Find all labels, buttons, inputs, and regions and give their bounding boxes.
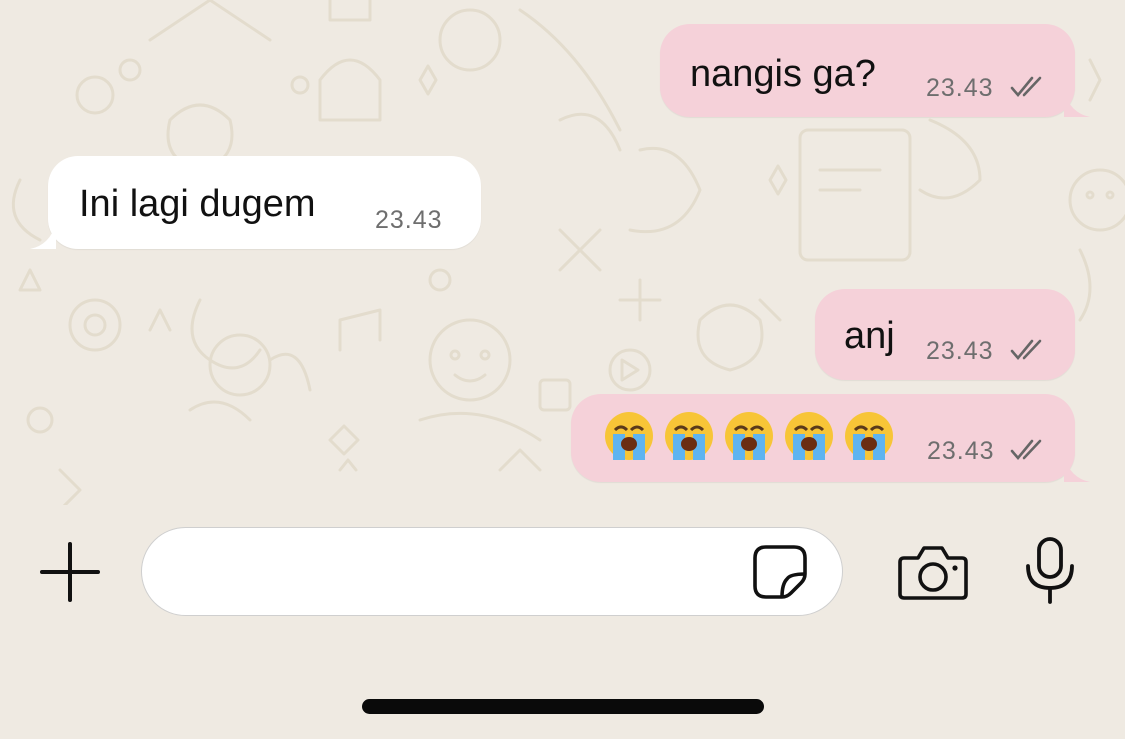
loudly-crying-face-icon [725, 412, 773, 460]
read-ticks-icon [1010, 339, 1042, 361]
outgoing-message-bubble[interactable]: 23.43 [571, 394, 1075, 482]
outgoing-bubble-tail [1064, 456, 1090, 482]
message-text: Ini lagi dugem [79, 183, 316, 225]
message-text: anj [844, 315, 895, 357]
loudly-crying-face-icon [845, 412, 893, 460]
loudly-crying-face-icon [665, 412, 713, 460]
incoming-message-bubble[interactable]: Ini lagi dugem 23.43 [48, 156, 481, 249]
read-ticks-icon [1010, 439, 1042, 461]
plus-icon[interactable] [38, 540, 102, 604]
message-timestamp: 23.43 [926, 337, 994, 365]
emoji-row [603, 410, 895, 462]
outgoing-message-bubble[interactable]: anj 23.43 [815, 289, 1075, 380]
microphone-icon[interactable] [1024, 536, 1076, 604]
home-indicator[interactable] [362, 699, 764, 714]
camera-icon[interactable] [898, 544, 968, 600]
loudly-crying-face-icon [785, 412, 833, 460]
loudly-crying-face-icon [605, 412, 653, 460]
outgoing-bubble-tail [1064, 91, 1090, 117]
message-timestamp: 23.43 [926, 74, 994, 102]
message-timestamp: 23.43 [375, 206, 443, 234]
incoming-bubble-tail [30, 223, 56, 249]
read-ticks-icon [1010, 76, 1042, 98]
message-input[interactable] [141, 527, 843, 616]
outgoing-message-bubble[interactable]: nangis ga? 23.43 [660, 24, 1075, 117]
message-text: nangis ga? [690, 53, 876, 95]
sticker-icon[interactable] [752, 544, 808, 600]
message-timestamp: 23.43 [927, 437, 995, 465]
